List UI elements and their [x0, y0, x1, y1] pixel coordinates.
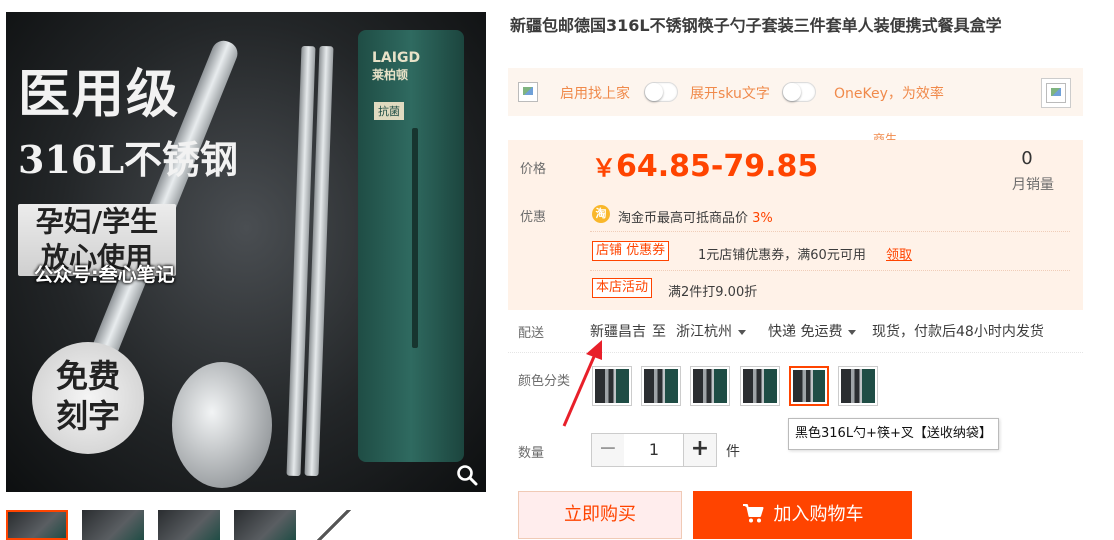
coupon-tag: 店铺 优惠券	[592, 241, 670, 261]
main-product-image[interactable]: LAIGD 莱柏顿 抗菌 医用级 316L不锈钢 孕妇/学生 放心使用 公众号:叁…	[6, 12, 486, 492]
plugin-faint-text: 商生	[873, 132, 898, 140]
monthly-sales-label: 月销量	[1012, 177, 1054, 193]
color-option-5[interactable]	[789, 366, 829, 406]
increase-button[interactable]: +	[683, 433, 717, 467]
decrease-button[interactable]: −	[591, 433, 625, 467]
color-option-4[interactable]	[740, 366, 780, 406]
coin-promo-text: 淘金币最高可抵商品价 3%	[618, 211, 773, 226]
quantity-input[interactable]: 1	[624, 433, 684, 467]
color-option-2[interactable]	[641, 366, 681, 406]
thumbnail-1[interactable]	[6, 510, 68, 540]
expand-sku-label: 展开sku文字	[690, 86, 770, 102]
find-source-label: 启用找上家	[560, 86, 630, 102]
color-tooltip: 黑色316L勺+筷+叉【送收纳袋】	[788, 418, 999, 450]
image-headline: 医用级 316L不锈钢	[18, 64, 239, 182]
add-to-cart-button[interactable]: 加入购物车	[693, 491, 912, 539]
store-activity-tag: 本店活动	[592, 278, 653, 298]
spoon-bowl	[172, 362, 272, 488]
free-engraving-badge: 免费 刻字	[32, 342, 144, 454]
store-activity-text: 满2件打9.00折	[668, 285, 758, 300]
plugin-logo-icon	[518, 82, 538, 102]
case-slot	[412, 128, 418, 348]
thumbnail-2[interactable]	[82, 510, 144, 540]
coupon-text: 1元店铺优惠券，满60元可用	[698, 248, 866, 263]
thumbnail-5[interactable]	[310, 510, 372, 540]
find-source-toggle[interactable]	[644, 82, 678, 102]
cart-icon	[742, 504, 763, 523]
cutlery-case: LAIGD 莱柏顿 抗菌	[358, 30, 464, 462]
onekey-link[interactable]: OneKey，为效率	[834, 83, 944, 103]
price-label: 价格	[520, 162, 547, 177]
case-antibacterial-label: 抗菌	[374, 102, 404, 120]
thumbnail-4[interactable]	[234, 510, 296, 540]
ship-note: 现货，付款后48小时内发货	[872, 324, 1044, 340]
plugin-action-icon	[1046, 83, 1066, 103]
expand-sku-toggle[interactable]	[782, 82, 816, 102]
quantity-unit: 件	[726, 444, 740, 460]
monthly-sales-count: 0	[1021, 148, 1033, 169]
color-option-6[interactable]	[838, 366, 878, 406]
chevron-down-icon	[738, 329, 746, 335]
case-brand: LAIGD 莱柏顿	[372, 50, 421, 82]
promotion-label: 优惠	[520, 210, 547, 225]
ship-method-select[interactable]: 快递 免运费	[768, 321, 857, 341]
zoom-icon[interactable]	[456, 464, 478, 486]
ship-destination-select[interactable]: 浙江杭州	[676, 321, 746, 341]
price-panel: 价格 ￥64.85-79.85 0 月销量 优惠 淘 淘金币最高可抵商品价 3%…	[508, 140, 1083, 310]
color-option-1[interactable]	[592, 366, 632, 406]
promo-divider-1	[590, 231, 1070, 232]
claim-coupon-link[interactable]: 领取	[886, 244, 912, 263]
color-label: 颜色分类	[518, 374, 571, 389]
quantity-label: 数量	[518, 446, 545, 461]
add-to-cart-label: 加入购物车	[773, 504, 864, 525]
product-title: 新疆包邮德国316L不锈钢筷子勺子套装三件套单人装便携式餐具盒学	[510, 16, 1002, 35]
promo-divider-2	[590, 270, 1070, 271]
thumbnail-3[interactable]	[158, 510, 220, 540]
taobao-coin-icon: 淘	[592, 205, 610, 223]
price-value: ￥64.85-79.85	[592, 149, 819, 184]
chevron-down-icon	[848, 329, 857, 335]
plugin-action-button[interactable]	[1041, 78, 1071, 108]
buy-now-button[interactable]: 立即购买	[518, 491, 682, 539]
ship-to-word: 至	[652, 324, 666, 340]
color-option-3[interactable]	[690, 366, 730, 406]
plugin-toolbar: 启用找上家 展开sku文字 OneKey，为效率	[508, 68, 1083, 116]
shipping-label: 配送	[518, 326, 545, 341]
image-watermark: 公众号:叁心笔记	[34, 264, 175, 286]
